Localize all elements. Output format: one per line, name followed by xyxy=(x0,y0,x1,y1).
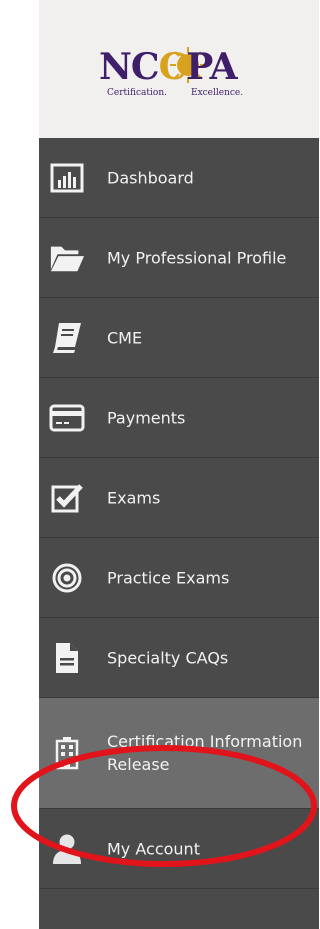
logo-letters-gold: C xyxy=(158,46,188,88)
logo-tagline-1: Certification. xyxy=(107,88,167,98)
sidebar-item-label: Exams xyxy=(107,488,161,507)
logo-letters-part1: NC xyxy=(99,46,160,88)
sidebar-item-payments[interactable]: Payments xyxy=(39,378,319,458)
sidebar-item-specialty-caqs[interactable]: Specialty CAQs xyxy=(39,618,319,698)
logo-tagline-2: Excellence. xyxy=(191,88,244,98)
credit-card-icon xyxy=(49,400,85,436)
building-icon xyxy=(49,735,85,771)
sidebar-item-exams[interactable]: Exams xyxy=(39,458,319,538)
sidebar-item-my-professional-profile[interactable]: My Professional Profile xyxy=(39,218,319,298)
sidebar-item-label: CME xyxy=(107,328,143,347)
nccpa-logo[interactable]: NCCPA Certification. Excellence. xyxy=(99,46,259,102)
sidebar-nav: Dashboard My Professional Profile CME Pa… xyxy=(39,138,319,889)
document-icon xyxy=(49,640,85,676)
sidebar-item-label: Dashboard xyxy=(107,168,194,187)
sidebar: NCCPA Certification. Excellence. Dashboar… xyxy=(39,0,319,929)
sidebar-item-practice-exams[interactable]: Practice Exams xyxy=(39,538,319,618)
sidebar-item-label: Payments xyxy=(107,408,186,427)
sidebar-item-certification-information-release[interactable]: Certification Information Release xyxy=(39,698,319,809)
user-icon xyxy=(49,831,85,867)
book-icon xyxy=(49,320,85,356)
logo-letters-part2: PA xyxy=(186,46,237,88)
sidebar-item-label: My Professional Profile xyxy=(107,248,287,267)
sidebar-item-label: My Account xyxy=(107,839,200,858)
sidebar-item-label: Practice Exams xyxy=(107,568,230,587)
checkbox-icon xyxy=(49,480,85,516)
bar-chart-icon xyxy=(49,160,85,196)
logo-tagline: Certification. Excellence. xyxy=(107,86,262,100)
logo-area: NCCPA Certification. Excellence. xyxy=(39,0,319,138)
sidebar-item-label: Certification Information Release xyxy=(107,732,303,774)
sidebar-item-label: Specialty CAQs xyxy=(107,648,229,667)
sidebar-item-dashboard[interactable]: Dashboard xyxy=(39,138,319,218)
sidebar-item-my-account[interactable]: My Account xyxy=(39,809,319,889)
target-icon xyxy=(49,560,85,596)
folder-icon xyxy=(49,240,85,276)
sidebar-item-cme[interactable]: CME xyxy=(39,298,319,378)
logo-letters: NCCPA xyxy=(99,46,259,88)
